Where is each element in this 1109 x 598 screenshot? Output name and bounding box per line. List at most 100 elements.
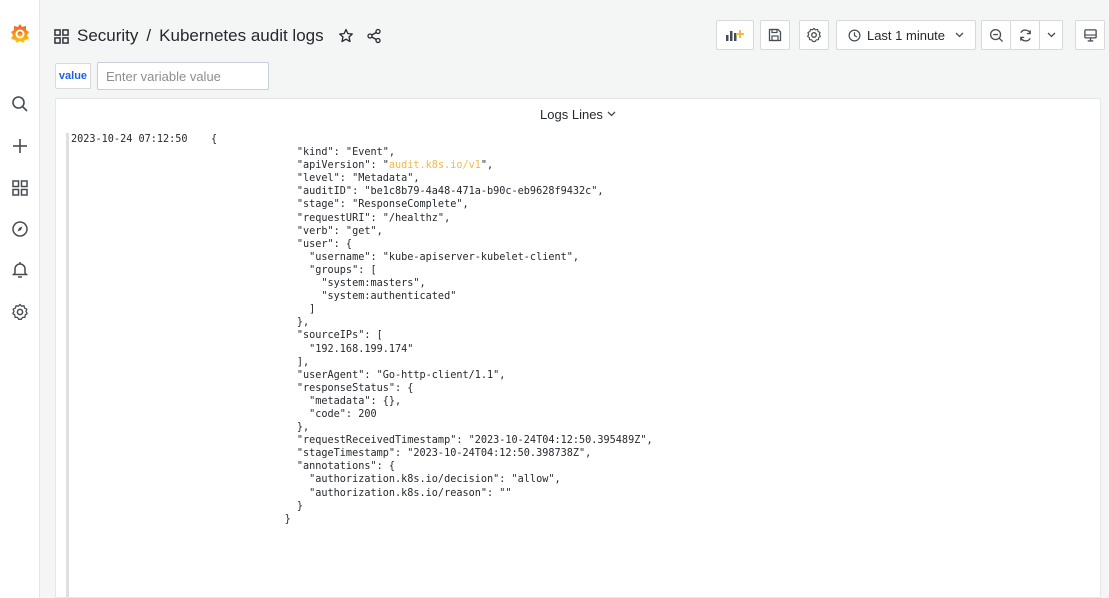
log-line: "sourceIPs": [ bbox=[71, 329, 1090, 342]
log-line: "authorization.k8s.io/decision": "allow"… bbox=[71, 473, 1090, 486]
gear-icon bbox=[806, 27, 822, 43]
log-line: "code": 200 bbox=[71, 408, 1090, 421]
log-timestamp bbox=[71, 212, 211, 225]
plus-icon[interactable] bbox=[8, 134, 32, 158]
log-text: "groups": [ bbox=[211, 264, 377, 276]
log-timestamp bbox=[71, 382, 211, 395]
log-text: "system:authenticated" bbox=[211, 291, 457, 303]
time-picker-button[interactable]: Last 1 minute bbox=[836, 20, 976, 50]
breadcrumb-folder[interactable]: Security bbox=[77, 26, 138, 46]
log-timestamp bbox=[71, 369, 211, 382]
chevron-down-icon bbox=[955, 32, 964, 38]
log-timestamp bbox=[71, 460, 211, 473]
share-icon[interactable] bbox=[364, 26, 384, 46]
log-line: "verb": "get", bbox=[71, 225, 1090, 238]
zoom-out-button[interactable] bbox=[981, 20, 1011, 50]
log-line: "groups": [ bbox=[71, 264, 1090, 277]
log-text: "authorization.k8s.io/reason": "" bbox=[211, 487, 512, 499]
log-timestamp bbox=[71, 447, 211, 460]
log-timestamp: 2023-10-24 07:12:50 bbox=[71, 134, 188, 145]
log-timestamp bbox=[71, 198, 211, 211]
chevron-down-icon bbox=[607, 109, 616, 120]
log-timestamp bbox=[71, 225, 211, 238]
log-line: "level": "Metadata", bbox=[71, 172, 1090, 185]
log-text: "level": "Metadata", bbox=[211, 173, 420, 185]
save-icon bbox=[768, 28, 782, 42]
add-panel-button[interactable] bbox=[716, 20, 754, 50]
log-text: "code": 200 bbox=[211, 408, 377, 420]
log-text: }, bbox=[211, 422, 310, 434]
refresh-icon bbox=[1018, 28, 1033, 43]
breadcrumb: Security / Kubernetes audit logs bbox=[54, 24, 384, 48]
log-text: "system:masters", bbox=[211, 278, 426, 290]
log-text: "sourceIPs": [ bbox=[211, 330, 383, 342]
zoom-out-icon bbox=[989, 28, 1004, 43]
log-text: "requestReceivedTimestamp": "2023-10-24T… bbox=[211, 435, 653, 447]
dashboards-icon[interactable] bbox=[8, 176, 32, 200]
log-timestamp bbox=[71, 356, 211, 369]
log-timestamp bbox=[71, 303, 211, 316]
log-timestamp bbox=[71, 329, 211, 342]
log-timestamp bbox=[71, 290, 211, 303]
explore-icon[interactable] bbox=[8, 217, 32, 241]
log-line: }, bbox=[71, 316, 1090, 329]
refresh-button[interactable] bbox=[1010, 20, 1040, 50]
log-line: "192.168.199.174" bbox=[71, 343, 1090, 356]
log-timestamp bbox=[71, 408, 211, 421]
refresh-interval-dropdown[interactable] bbox=[1039, 20, 1063, 50]
dashboard-title[interactable]: Kubernetes audit logs bbox=[159, 26, 323, 46]
log-text: "kind": "Event", bbox=[211, 147, 396, 159]
log-text: "192.168.199.174" bbox=[211, 343, 414, 355]
variable-value-input[interactable] bbox=[97, 62, 269, 90]
log-line: "responseStatus": { bbox=[71, 382, 1090, 395]
grafana-logo[interactable] bbox=[8, 22, 32, 46]
settings-icon[interactable] bbox=[8, 300, 32, 324]
log-text: "username": "kube-apiserver-kubelet-clie… bbox=[211, 251, 580, 263]
star-icon[interactable] bbox=[336, 26, 356, 46]
log-timestamp bbox=[71, 264, 211, 277]
search-icon[interactable] bbox=[8, 92, 32, 116]
sidebar bbox=[0, 0, 40, 598]
log-timestamp bbox=[71, 421, 211, 434]
log-timestamp bbox=[71, 316, 211, 329]
log-line: "system:authenticated" bbox=[71, 290, 1090, 303]
log-text: "metadata": {}, bbox=[211, 395, 402, 407]
panel-title: Logs Lines bbox=[540, 106, 603, 122]
log-text: "stage": "ResponseComplete", bbox=[211, 199, 469, 211]
log-text: "verb": "get", bbox=[211, 225, 383, 237]
log-text: "userAgent": "Go-http-client/1.1", bbox=[211, 369, 506, 381]
log-text: } bbox=[211, 513, 291, 525]
save-button[interactable] bbox=[760, 20, 790, 50]
log-text: "annotations": { bbox=[211, 461, 396, 473]
log-text: "requestURI": "/healthz", bbox=[211, 212, 451, 224]
add-panel-icon bbox=[725, 28, 745, 42]
log-timestamp bbox=[71, 343, 211, 356]
log-line: "annotations": { bbox=[71, 460, 1090, 473]
log-timestamp bbox=[71, 487, 211, 500]
log-rows[interactable]: 2023-10-24 07:12:50 { "kind": "Event", "a… bbox=[66, 133, 1090, 597]
log-line: "user": { bbox=[71, 238, 1090, 251]
logs-panel: Logs Lines 2023-10-24 07:12:50 { "kind": … bbox=[55, 98, 1101, 598]
tv-mode-button[interactable] bbox=[1075, 20, 1105, 50]
log-text: ], bbox=[211, 356, 310, 368]
log-line: ], bbox=[71, 356, 1090, 369]
dashboard-navbar: Security / Kubernetes audit logs Last 1 … bbox=[40, 0, 1109, 60]
log-timestamp bbox=[71, 172, 211, 185]
alerting-icon[interactable] bbox=[8, 258, 32, 282]
log-text: "auditID": "be1c8b79-4a48-471a-b90c-eb96… bbox=[211, 186, 604, 198]
log-line: ] bbox=[71, 303, 1090, 316]
log-line: "authorization.k8s.io/reason": "" bbox=[71, 487, 1090, 500]
log-text: "user": { bbox=[211, 238, 353, 250]
log-timestamp bbox=[71, 159, 211, 172]
settings-button[interactable] bbox=[799, 20, 829, 50]
log-line: }, bbox=[71, 421, 1090, 434]
log-line: "requestURI": "/healthz", bbox=[71, 212, 1090, 225]
log-text: } bbox=[211, 500, 304, 512]
log-text: "responseStatus": { bbox=[211, 382, 414, 394]
log-line: "apiVersion": "audit.k8s.io/v1", bbox=[71, 159, 1090, 172]
log-timestamp bbox=[71, 395, 211, 408]
log-timestamp bbox=[71, 277, 211, 290]
panel-title-menu[interactable]: Logs Lines bbox=[56, 99, 1100, 129]
log-timestamp bbox=[71, 434, 211, 447]
log-line: "username": "kube-apiserver-kubelet-clie… bbox=[71, 251, 1090, 264]
